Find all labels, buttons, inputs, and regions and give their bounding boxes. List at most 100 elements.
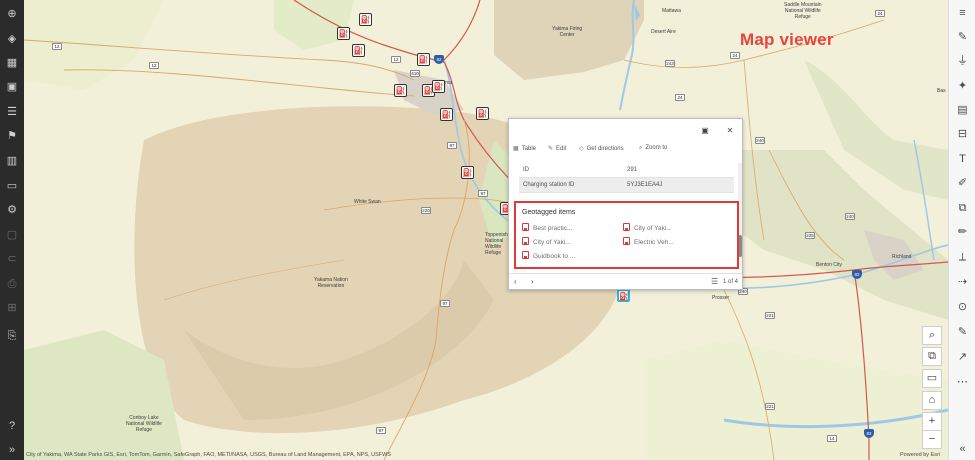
charging-station-marker[interactable]: ⛽	[440, 108, 453, 121]
popup-footer: ‹ › ☰ 1 of 4	[509, 273, 742, 290]
road-shield: 220	[421, 207, 431, 214]
charts-icon[interactable]: ▥	[4, 153, 20, 169]
properties-icon[interactable]: ≡	[955, 6, 970, 21]
forms-icon[interactable]: ✐	[955, 176, 970, 191]
help-icon[interactable]: ?	[4, 418, 20, 434]
charging-station-marker[interactable]: ⛽	[461, 166, 474, 179]
table-button[interactable]: ▦ Table	[513, 145, 536, 152]
place-yakima: ima	[444, 80, 453, 86]
get-directions-button[interactable]: ◇ Get directions	[579, 145, 624, 152]
bookmarks-icon[interactable]: ⚑	[4, 128, 20, 144]
road-shield: 221	[765, 403, 775, 410]
road-shield: 221	[765, 312, 775, 319]
edit-icon[interactable]: ✎	[955, 325, 970, 340]
place-desert-aire: Desert Aire	[651, 29, 676, 35]
draw-icon[interactable]: ↗	[955, 350, 970, 365]
place-yakima-firing-center: Yakima Firing Center	[552, 26, 583, 38]
zoom-in-icon[interactable]: +	[922, 412, 942, 431]
print-icon[interactable]: ⎙	[4, 276, 20, 292]
road-shield: 410	[410, 70, 420, 77]
road-shield: 97	[447, 142, 457, 149]
charging-station-marker[interactable]: ⛽	[432, 80, 445, 93]
expand-icon[interactable]: »	[4, 442, 20, 458]
map-tools-icon[interactable]: ▭	[4, 178, 20, 194]
previous-feature-icon[interactable]: ‹	[514, 277, 517, 286]
road-shield: 97	[376, 427, 386, 434]
locate-icon[interactable]: ⊙	[955, 300, 970, 315]
attribute-label: ID	[523, 167, 529, 173]
attachment-link[interactable]: Guidbook to ...	[522, 251, 575, 260]
annotation-title: Map viewer	[740, 30, 834, 49]
attachment-link[interactable]: City of Yaki...	[623, 223, 672, 232]
charging-station-marker[interactable]: ⛽	[352, 44, 365, 57]
powered-by-esri[interactable]: Powered by Esri	[900, 452, 940, 458]
zoom-out-icon[interactable]: −	[922, 430, 942, 449]
collapse-icon[interactable]: «	[955, 442, 970, 457]
pdf-icon	[522, 223, 529, 231]
print-map-icon[interactable]: ⎘	[4, 328, 20, 344]
pdf-icon	[623, 223, 630, 231]
effects-icon[interactable]: ✦	[955, 79, 970, 94]
styles-icon[interactable]: ✎	[955, 30, 970, 45]
map-attribution: City of Yakima, WA State Parks GIS, Esri…	[26, 452, 391, 458]
embed-icon[interactable]: ⊞	[4, 300, 20, 316]
charging-station-marker[interactable]: ⛽	[337, 27, 350, 40]
road-shield: 97	[478, 190, 488, 197]
analysis-icon[interactable]: ⧉	[955, 201, 970, 216]
save-icon[interactable]: ▢	[4, 227, 20, 243]
table-icon: ▦	[513, 146, 519, 152]
charging-station-marker[interactable]: ⛽	[417, 53, 430, 66]
map-view[interactable]: Yakima Firing Center White Swan Yakama N…	[24, 0, 948, 460]
settings-icon[interactable]: ⚙	[4, 202, 20, 218]
dock-icon[interactable]: ▣	[700, 126, 710, 136]
directions-label: Get directions	[586, 146, 624, 152]
feature-popup[interactable]: ▣ ✕ ▦ Table ✎ Edit ◇ Get directions ⌕ Zoom t…	[508, 118, 743, 290]
share-icon[interactable]: ⊂	[4, 251, 20, 267]
pdf-icon	[623, 237, 630, 245]
layer-list-icon[interactable]: ⧉	[922, 347, 942, 366]
add-icon[interactable]: ⊕	[4, 6, 20, 22]
charging-station-marker[interactable]: ⛽	[476, 107, 489, 120]
attribute-table: ID 291 Charging station ID 5YJ3E1EA4J	[519, 163, 734, 193]
attribute-value: 5YJ3E1EA4J	[627, 182, 663, 188]
attachment-link[interactable]: Electric Veh...	[623, 237, 674, 246]
place-prosser: Prosser	[712, 295, 730, 301]
attribute-value: 291	[627, 167, 638, 173]
directions-icon: ◇	[579, 146, 584, 152]
place-yakama-reservation: Yakama Nation Reservation	[314, 277, 348, 289]
selected-charging-station-marker[interactable]: ⛽	[617, 289, 630, 302]
pdf-icon	[522, 251, 529, 259]
directions-icon[interactable]: ⇢	[955, 275, 970, 290]
sketch-icon[interactable]: ✏	[955, 225, 970, 240]
attachment-link[interactable]: Best practic...	[522, 223, 572, 232]
zoom-to-button[interactable]: ⌕ Zoom to	[639, 145, 667, 152]
road-shield: 240	[755, 137, 765, 144]
feature-list-icon[interactable]: ☰	[711, 277, 718, 286]
charging-station-marker[interactable]: ⛽	[394, 84, 407, 97]
place-richland: Richland	[892, 254, 912, 260]
screen-icon[interactable]: ▭	[922, 369, 942, 388]
road-shield: 12	[149, 62, 159, 69]
basemap-icon[interactable]: ▣	[4, 79, 20, 95]
fields-icon[interactable]: ⊟	[955, 127, 970, 142]
attachment-link[interactable]: City of Yaki...	[522, 237, 571, 246]
next-feature-icon[interactable]: ›	[531, 277, 534, 286]
tables-icon[interactable]: ▦	[4, 55, 20, 71]
attribute-label: Charging station ID	[523, 182, 575, 188]
charging-station-marker[interactable]: ⛽	[359, 13, 372, 26]
road-shield: 24	[730, 52, 740, 59]
legend-icon[interactable]: ☰	[4, 104, 20, 120]
right-toolbar: ≡ ✎ ⏚ ✦ ▤ ⊟ T ✐ ⧉ ✏ ⟂ ⇢ ⊙ ✎ ↗ ⋯ «	[948, 0, 975, 460]
labels-icon[interactable]: T	[955, 152, 970, 167]
measure-icon[interactable]: ⟂	[955, 250, 970, 265]
close-icon[interactable]: ✕	[725, 126, 735, 136]
more-icon[interactable]: ⋯	[955, 375, 970, 390]
road-shield: 24	[675, 94, 685, 101]
filter-icon[interactable]: ⏚	[955, 54, 970, 69]
layers-icon[interactable]: ◈	[4, 31, 20, 47]
search-icon[interactable]: ⌕	[922, 326, 942, 345]
pop-ups-icon[interactable]: ▤	[955, 103, 970, 118]
edit-button[interactable]: ✎ Edit	[548, 145, 566, 152]
left-toolbar: ⊕ ◈ ▦ ▣ ☰ ⚑ ▥ ▭ ⚙ ▢ ⊂ ⎙ ⊞ ⎘? »	[0, 0, 24, 460]
home-icon[interactable]: ⌂	[922, 391, 942, 410]
